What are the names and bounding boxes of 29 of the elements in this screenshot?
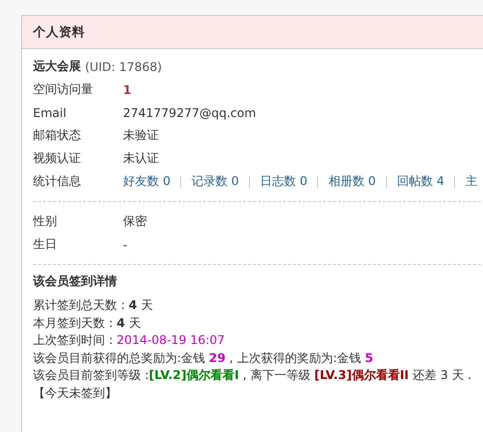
signin-info-line: 累计签到总天数 : 4 天 (33, 297, 153, 314)
field-value: - (123, 238, 128, 252)
field-label: 邮箱状态 (33, 127, 82, 144)
field-label: 性别 (33, 213, 58, 230)
signin-info-line: 【今天未签到】 (33, 384, 117, 402)
field-label: 生日 (33, 236, 58, 253)
field-value: 保密 (123, 213, 147, 230)
panel-title: 个人资料 (22, 16, 483, 49)
stat-link[interactable]: 好友数 0 (123, 173, 170, 190)
field-value: 1 (123, 82, 132, 96)
field-value: 未认证 (123, 150, 159, 167)
field-label: Email (33, 106, 68, 120)
field-label: 空间访问量 (33, 81, 94, 98)
field-label: 统计信息 (33, 173, 82, 190)
stat-link[interactable]: 主 (465, 173, 478, 190)
field-label: 视频认证 (33, 150, 82, 167)
stat-link[interactable]: 记录数 0 (191, 173, 239, 190)
section-title: 该会员签到详情 (33, 273, 118, 290)
field-value: 未验证 (123, 127, 159, 144)
signin-info-line: 上次签到时间 : 2014-08-19 16:07 (33, 332, 225, 349)
stat-link[interactable]: 相册数 0 (328, 173, 376, 190)
signin-info-line: 该会员目前签到等级 :[LV.2]偶尔看看I , 离下一等级 [LV.3]偶尔看看II 还差 3 天 . (33, 367, 472, 384)
signin-info-line: 本月签到天数 : 4 天 (33, 314, 141, 332)
username: 远大会展 (33, 58, 81, 75)
user-id: (UID: 17868) (85, 60, 162, 74)
field-value: 2741779277@qq.com (123, 106, 256, 120)
stat-link[interactable]: 日志数 0 (260, 173, 308, 190)
signin-info-line: 该会员目前获得的总奖励为:金钱 29 , 上次获得的奖励为:金钱 5 (33, 350, 374, 366)
stat-link[interactable]: 回帖数 4 (396, 173, 444, 190)
